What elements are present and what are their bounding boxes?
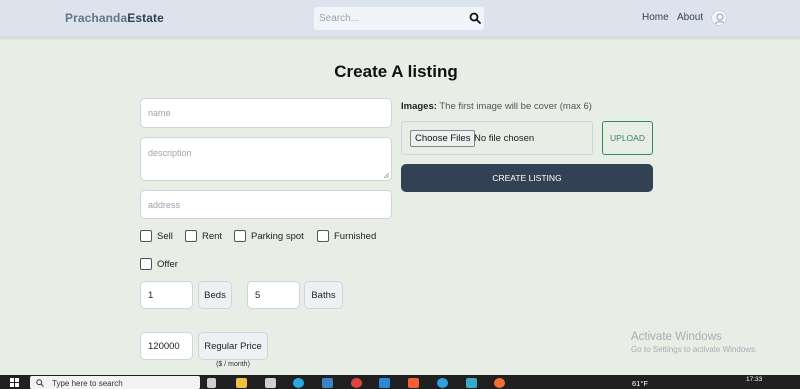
checkbox-offer[interactable]: Offer bbox=[140, 258, 178, 270]
search-input[interactable] bbox=[314, 7, 464, 30]
baths-input[interactable]: 5 bbox=[247, 281, 300, 309]
checkbox-label: Rent bbox=[202, 230, 223, 242]
windows-start-icon[interactable] bbox=[10, 378, 19, 387]
file-explorer-icon[interactable] bbox=[236, 378, 247, 388]
images-label-bold: Images: bbox=[401, 101, 437, 112]
nav-about-link[interactable]: About bbox=[677, 12, 703, 23]
address-input[interactable]: address bbox=[140, 190, 392, 219]
description-textarea[interactable]: description bbox=[140, 137, 392, 181]
checkbox-box[interactable] bbox=[185, 230, 197, 242]
activate-windows-watermark: Activate Windows Go to Settings to activ… bbox=[631, 331, 757, 354]
watermark-subtitle: Go to Settings to activate Windows. bbox=[631, 345, 758, 354]
watermark-title: Activate Windows bbox=[631, 331, 722, 343]
images-label-text: The first image will be cover (max 6) bbox=[439, 101, 592, 112]
regular-price-input[interactable]: 120000 bbox=[140, 332, 193, 360]
nav-home-link[interactable]: Home bbox=[642, 12, 669, 23]
search-bar bbox=[314, 7, 484, 30]
task-view-icon[interactable] bbox=[207, 378, 216, 388]
vscode-icon[interactable] bbox=[379, 378, 390, 388]
beds-input[interactable]: 1 bbox=[140, 281, 193, 309]
checkbox-box[interactable] bbox=[234, 230, 246, 242]
checkbox-box[interactable] bbox=[317, 230, 329, 242]
name-input[interactable]: name bbox=[140, 98, 392, 128]
checkbox-box[interactable] bbox=[140, 258, 152, 270]
app-icon[interactable] bbox=[466, 378, 477, 388]
page-title: Create A listing bbox=[334, 62, 458, 81]
images-label: Images: The first image will be cover (m… bbox=[401, 101, 592, 112]
postman-icon[interactable] bbox=[494, 378, 505, 388]
checkbox-label: Furnished bbox=[334, 230, 377, 242]
checkbox-sell[interactable]: Sell bbox=[140, 230, 173, 242]
calculator-icon[interactable] bbox=[265, 378, 276, 388]
user-icon bbox=[714, 13, 726, 25]
checkbox-parking-spot[interactable]: Parking spot bbox=[234, 230, 304, 242]
telegram-icon[interactable] bbox=[437, 378, 448, 388]
logo[interactable]: PrachandaEstate bbox=[65, 11, 164, 25]
create-listing-button[interactable]: CREATE LISTING bbox=[401, 164, 653, 192]
search-icon[interactable] bbox=[469, 12, 481, 24]
taskbar-weather[interactable]: 61°F bbox=[632, 379, 648, 388]
logo-part1: Prachanda bbox=[65, 11, 128, 25]
taskbar-search[interactable]: Type here to search bbox=[30, 376, 200, 389]
taskbar: Type here to search 61°F 17:33 bbox=[0, 375, 800, 389]
checkbox-label: Sell bbox=[157, 230, 173, 242]
edge-icon[interactable] bbox=[293, 378, 304, 388]
checkbox-box[interactable] bbox=[140, 230, 152, 242]
taskbar-clock[interactable]: 17:33 bbox=[746, 376, 762, 383]
checkbox-rent[interactable]: Rent bbox=[185, 230, 222, 242]
beds-label: Beds bbox=[198, 281, 232, 309]
header: PrachandaEstate Home About bbox=[0, 0, 800, 37]
choose-files-button[interactable]: Choose Files bbox=[410, 130, 476, 147]
regular-price-label: Regular Price bbox=[198, 332, 268, 360]
brave-icon[interactable] bbox=[408, 378, 419, 388]
description-placeholder: description bbox=[148, 148, 192, 158]
mail-icon[interactable] bbox=[322, 378, 333, 388]
avatar[interactable] bbox=[711, 10, 727, 26]
logo-part2: Estate bbox=[127, 11, 164, 25]
upload-button[interactable]: UPLOAD bbox=[602, 121, 653, 155]
price-unit-note: ($ / month) bbox=[216, 361, 250, 368]
checkbox-label: Parking spot bbox=[251, 230, 304, 242]
file-status: No file chosen bbox=[474, 133, 535, 144]
file-input[interactable]: Choose Files No file chosen bbox=[401, 121, 593, 155]
search-icon bbox=[36, 379, 44, 387]
resize-handle-icon[interactable] bbox=[383, 172, 389, 178]
taskbar-search-text: Type here to search bbox=[52, 379, 123, 388]
baths-label: Baths bbox=[304, 281, 343, 309]
chrome-icon[interactable] bbox=[351, 378, 362, 388]
checkbox-furnished[interactable]: Furnished bbox=[317, 230, 376, 242]
checkbox-label: Offer bbox=[157, 258, 178, 270]
